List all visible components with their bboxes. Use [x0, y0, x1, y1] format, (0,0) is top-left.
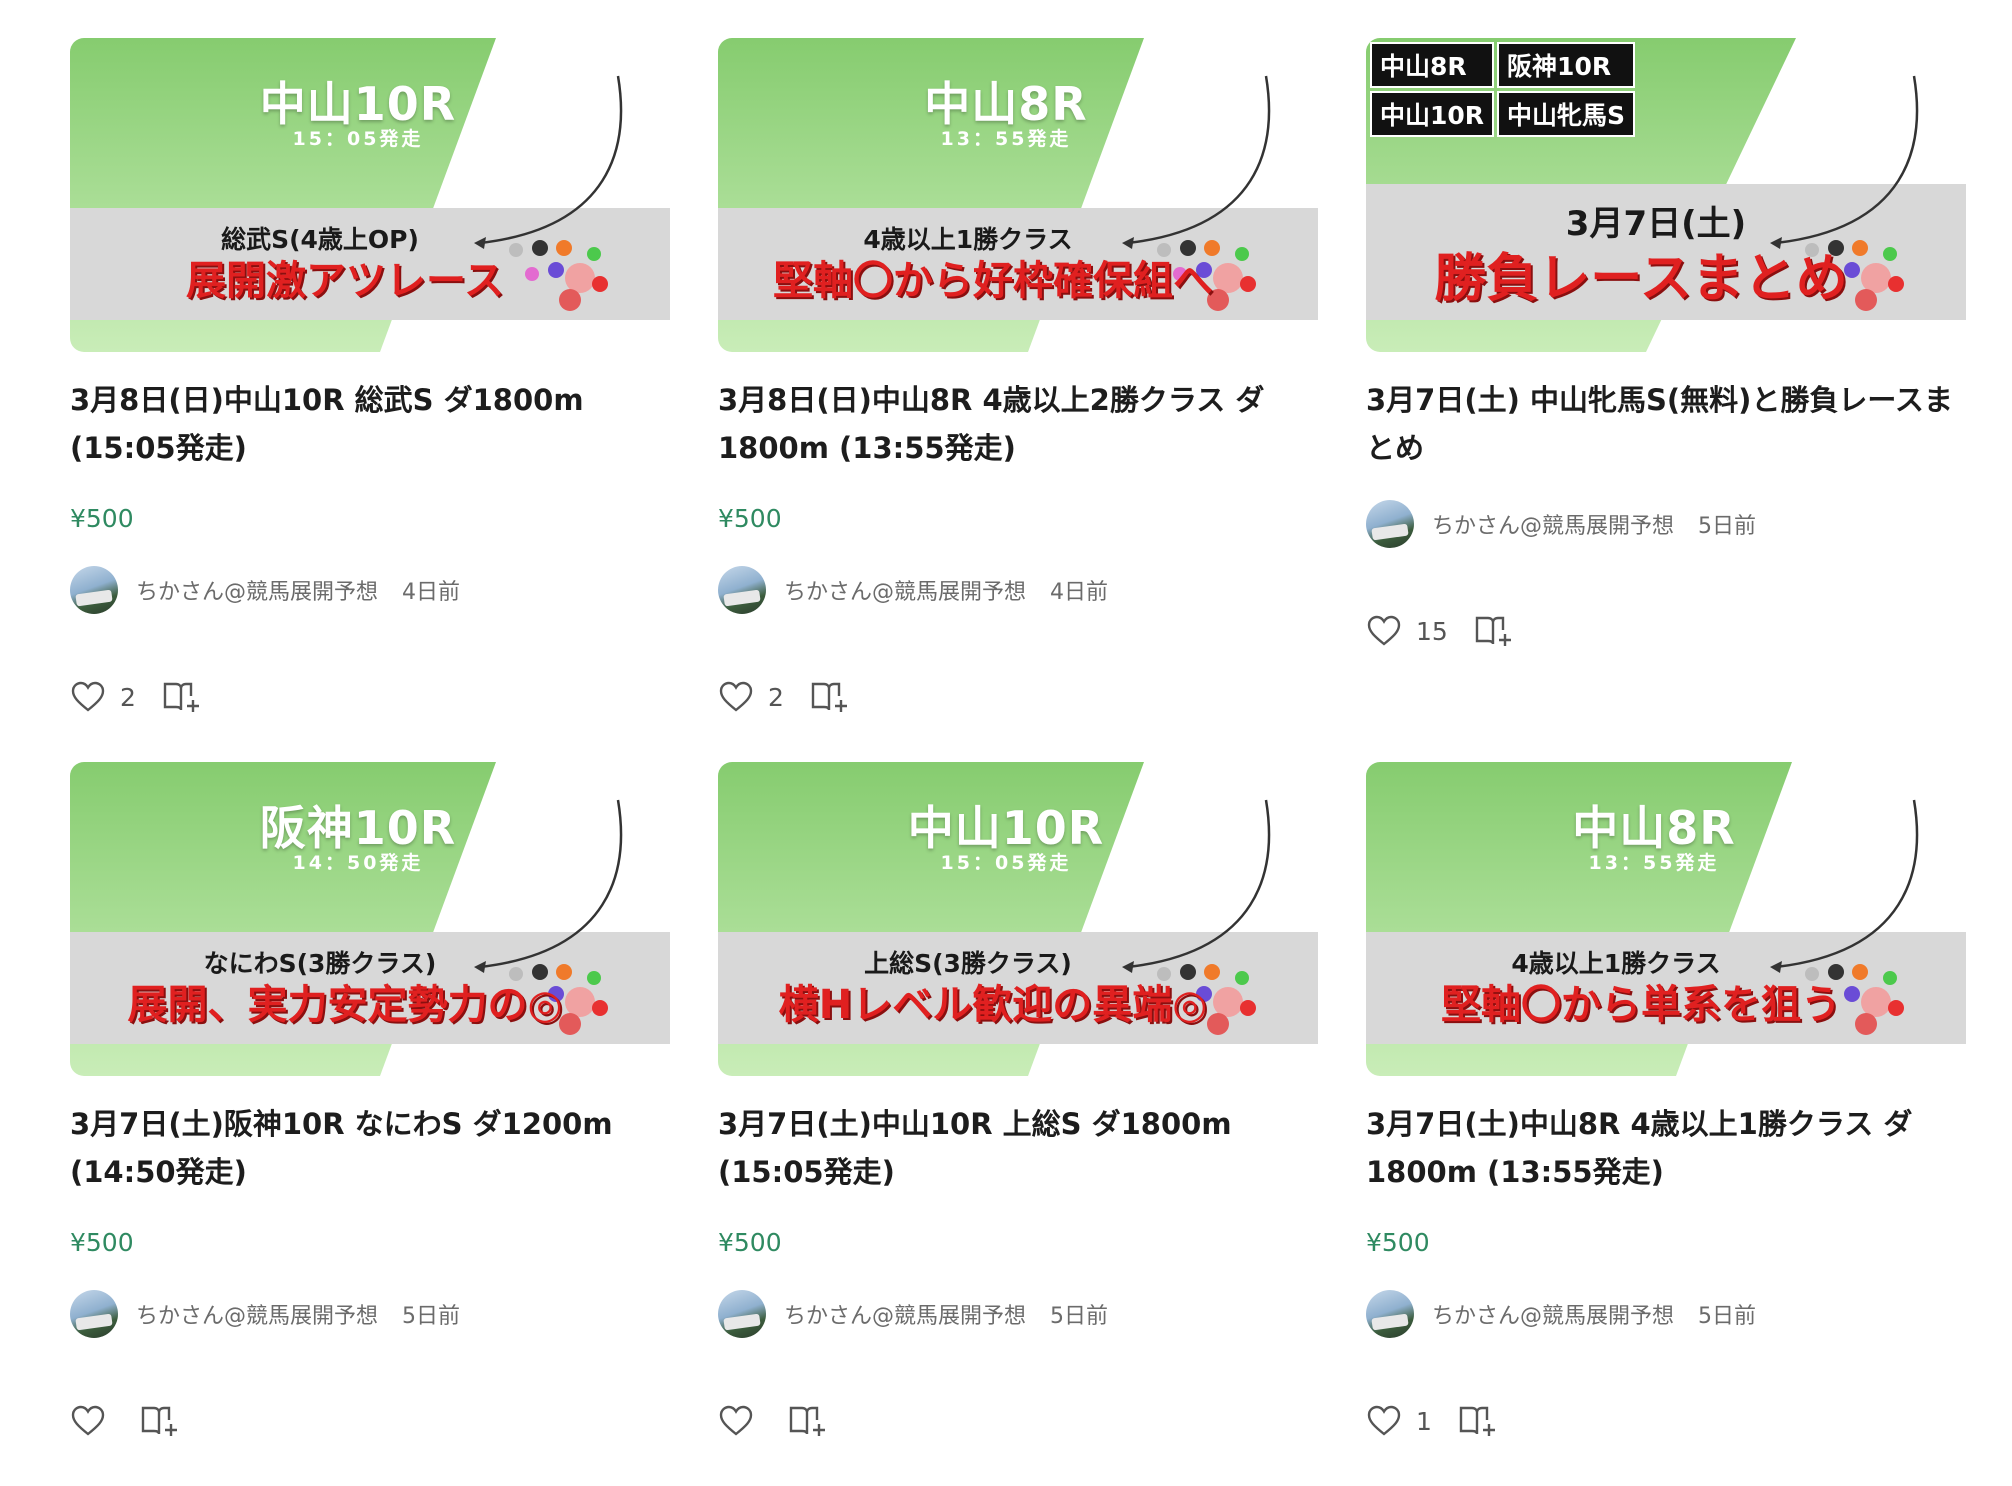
published-date: 5日前 — [402, 1304, 461, 1329]
article-title[interactable]: 3月7日(土) 中山牝馬S(無料)と勝負レースまとめ — [1366, 376, 1966, 472]
author-row[interactable]: ちかさん@競馬展開予想 5日前 — [1366, 1290, 1756, 1338]
avatar[interactable] — [1366, 500, 1414, 548]
action-bar: 15 — [1366, 614, 1514, 648]
article-thumbnail[interactable]: 中山10R 15：05発走 上総S(3勝クラス) 横Hレベル歓迎の異端◎ — [718, 762, 1318, 1076]
thumbnail-headline: 堅軸〇から好枠確保組へ — [773, 258, 1213, 304]
post-time: 14：50発走 — [292, 852, 424, 874]
like-count: 2 — [768, 682, 784, 712]
article-thumbnail[interactable]: 中山10R 15：05発走 総武S(4歳上OP) 展開激アツレース — [70, 38, 670, 352]
action-bar — [718, 1404, 828, 1438]
bookmark-add-icon[interactable] — [1458, 1404, 1498, 1438]
article-price: ¥500 — [718, 1228, 782, 1257]
article-title[interactable]: 3月7日(土)阪神10R なにわS ダ1200m (14:50発走) — [70, 1100, 670, 1196]
race-tag: 中山8R — [1370, 42, 1495, 88]
action-bar — [70, 1404, 180, 1438]
published-date: 5日前 — [1050, 1304, 1109, 1329]
article-price: ¥500 — [1366, 1228, 1430, 1257]
heart-icon[interactable] — [70, 1405, 106, 1437]
heart-icon[interactable] — [718, 681, 754, 713]
author-name[interactable]: ちかさん@競馬展開予想 — [784, 574, 1026, 606]
thumbnail-headline: 展開激アツレース — [186, 258, 504, 304]
action-bar: 2 — [70, 680, 202, 714]
author-row[interactable]: ちかさん@競馬展開予想 5日前 — [1366, 500, 1756, 548]
like-count: 1 — [1416, 1406, 1432, 1436]
heart-icon[interactable] — [718, 1405, 754, 1437]
article-title[interactable]: 3月7日(土)中山8R 4歳以上1勝クラス ダ1800m (13:55発走) — [1366, 1100, 1966, 1196]
post-time: 13：55発走 — [1588, 852, 1720, 874]
author-name[interactable]: ちかさん@競馬展開予想 — [1432, 1298, 1674, 1330]
published-date: 5日前 — [1698, 1304, 1757, 1329]
published-date: 5日前 — [1698, 514, 1757, 539]
post-time: 15：05発走 — [292, 128, 424, 150]
article-card[interactable]: 阪神10R 14：50発走 なにわS(3勝クラス) 展開、実力安定勢力の◎ 3月… — [70, 762, 670, 1486]
article-title[interactable]: 3月7日(土)中山10R 上総S ダ1800m (15:05発走) — [718, 1100, 1318, 1196]
thumbnail-headline: 横Hレベル歓迎の異端◎ — [778, 982, 1208, 1028]
author-name[interactable]: ちかさん@競馬展開予想 — [136, 574, 378, 606]
article-title[interactable]: 3月8日(日)中山8R 4歳以上2勝クラス ダ1800m (13:55発走) — [718, 376, 1318, 472]
avatar[interactable] — [70, 1290, 118, 1338]
like-count: 15 — [1416, 616, 1448, 646]
race-tag: 中山牝馬S — [1497, 91, 1636, 137]
article-thumbnail[interactable]: 中山8R 阪神10R 中山10R 中山牝馬S 3月7日(土) 勝負レースまとめ — [1366, 38, 1966, 352]
article-card[interactable]: 中山10R 15：05発走 上総S(3勝クラス) 横Hレベル歓迎の異端◎ 3月7… — [718, 762, 1318, 1486]
race-tag: 中山10R — [1370, 91, 1495, 137]
note-card-grid: 中山10R 15：05発走 総武S(4歳上OP) 展開激アツレース 3月8日(日… — [70, 38, 1966, 1486]
author-row[interactable]: ちかさん@競馬展開予想 4日前 — [718, 566, 1108, 614]
bookmark-add-icon[interactable] — [810, 680, 850, 714]
article-thumbnail[interactable]: 中山8R 13：55発走 4歳以上1勝クラス 堅軸〇から単系を狙う — [1366, 762, 1966, 1076]
article-card[interactable]: 中山8R 13：55発走 4歳以上1勝クラス 堅軸〇から好枠確保組へ 3月8日(… — [718, 38, 1318, 762]
action-bar: 2 — [718, 680, 850, 714]
heart-icon[interactable] — [1366, 1405, 1402, 1437]
post-time: 15：05発走 — [940, 852, 1072, 874]
thumbnail-headline: 展開、実力安定勢力の◎ — [127, 982, 563, 1028]
bookmark-add-icon[interactable] — [140, 1404, 180, 1438]
article-card[interactable]: 中山8R 13：55発走 4歳以上1勝クラス 堅軸〇から単系を狙う 3月7日(土… — [1366, 762, 1966, 1486]
article-card[interactable]: 中山8R 阪神10R 中山10R 中山牝馬S 3月7日(土) 勝負レースまとめ … — [1366, 38, 1966, 762]
post-time: 13：55発走 — [940, 128, 1072, 150]
heart-icon[interactable] — [1366, 615, 1402, 647]
race-tag-list: 中山8R 阪神10R 中山10R 中山牝馬S — [1370, 42, 1636, 137]
avatar[interactable] — [70, 566, 118, 614]
author-row[interactable]: ちかさん@競馬展開予想 5日前 — [718, 1290, 1108, 1338]
author-name[interactable]: ちかさん@競馬展開予想 — [136, 1298, 378, 1330]
article-thumbnail[interactable]: 阪神10R 14：50発走 なにわS(3勝クラス) 展開、実力安定勢力の◎ — [70, 762, 670, 1076]
author-row[interactable]: ちかさん@競馬展開予想 4日前 — [70, 566, 460, 614]
article-card[interactable]: 中山10R 15：05発走 総武S(4歳上OP) 展開激アツレース 3月8日(日… — [70, 38, 670, 762]
thumbnail-headline: 勝負レースまとめ — [1434, 249, 1848, 309]
like-count: 2 — [120, 682, 136, 712]
race-tag: 阪神10R — [1497, 42, 1636, 88]
author-name[interactable]: ちかさん@競馬展開予想 — [1432, 508, 1674, 540]
article-title[interactable]: 3月8日(日)中山10R 総武S ダ1800m (15:05発走) — [70, 376, 670, 472]
bookmark-add-icon[interactable] — [1474, 614, 1514, 648]
article-price: ¥500 — [70, 1228, 134, 1257]
bookmark-add-icon[interactable] — [788, 1404, 828, 1438]
article-price: ¥500 — [70, 504, 134, 533]
published-date: 4日前 — [402, 580, 461, 605]
avatar[interactable] — [718, 566, 766, 614]
avatar[interactable] — [718, 1290, 766, 1338]
thumbnail-headline: 堅軸〇から単系を狙う — [1441, 982, 1841, 1028]
published-date: 4日前 — [1050, 580, 1109, 605]
heart-icon[interactable] — [70, 681, 106, 713]
avatar[interactable] — [1366, 1290, 1414, 1338]
article-price: ¥500 — [718, 504, 782, 533]
author-name[interactable]: ちかさん@競馬展開予想 — [784, 1298, 1026, 1330]
author-row[interactable]: ちかさん@競馬展開予想 5日前 — [70, 1290, 460, 1338]
bookmark-add-icon[interactable] — [162, 680, 202, 714]
article-thumbnail[interactable]: 中山8R 13：55発走 4歳以上1勝クラス 堅軸〇から好枠確保組へ — [718, 38, 1318, 352]
action-bar: 1 — [1366, 1404, 1498, 1438]
